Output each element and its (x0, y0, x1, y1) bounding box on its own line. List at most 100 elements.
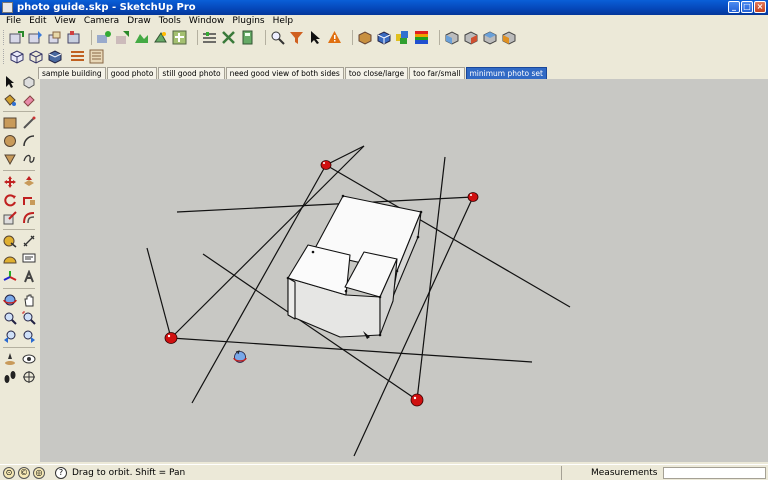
menu-plugins[interactable]: Plugins (228, 16, 268, 26)
sketchup-app-icon[interactable] (2, 2, 13, 13)
camera-marker-left (164, 332, 178, 344)
freehand-icon[interactable] (20, 150, 37, 167)
eraser-icon[interactable] (20, 91, 37, 108)
pan-icon[interactable] (20, 291, 37, 308)
toolbar-grip[interactable] (3, 49, 6, 64)
share-component-icon[interactable] (46, 29, 63, 46)
menu-file[interactable]: File (2, 16, 25, 26)
outliner-icon[interactable] (88, 48, 105, 65)
shaded-icon[interactable] (46, 48, 63, 65)
materials-icon[interactable] (356, 29, 373, 46)
toolbar-views (0, 47, 768, 66)
3d-text-icon[interactable] (20, 268, 37, 285)
paint-bucket-icon[interactable] (1, 91, 18, 108)
credits-icon[interactable]: © (18, 466, 30, 479)
status-bar: ⊙ © ◎ ? Drag to orbit. Shift = Pan Measu… (0, 464, 768, 480)
orbit-icon[interactable] (1, 291, 18, 308)
solid-tools-icon[interactable] (239, 29, 256, 46)
text-icon[interactable] (20, 250, 37, 267)
rectangle-icon[interactable] (1, 114, 18, 131)
iso-view-icon[interactable] (8, 48, 25, 65)
help-icon[interactable]: ? (55, 466, 67, 479)
geo-location-icon[interactable]: ⊙ (3, 466, 15, 479)
right-view-icon[interactable] (462, 29, 479, 46)
menu-tools[interactable]: Tools (155, 16, 185, 26)
camera-marker-right (467, 192, 479, 202)
arc-icon[interactable] (20, 132, 37, 149)
zoom-extents-icon[interactable] (20, 309, 37, 326)
select-icon[interactable] (1, 73, 18, 90)
menu-edit[interactable]: Edit (25, 16, 50, 26)
wireframe-icon[interactable] (27, 48, 44, 65)
menu-help[interactable]: Help (269, 16, 298, 26)
left-view-icon[interactable] (500, 29, 517, 46)
orbit-cursor-icon (233, 350, 247, 363)
scale-icon[interactable] (1, 209, 18, 226)
menu-view[interactable]: View (51, 16, 80, 26)
follow-me-icon[interactable] (20, 191, 37, 208)
polygon-icon[interactable] (1, 150, 18, 167)
section-plane-icon[interactable] (20, 368, 37, 385)
zoom-window-icon[interactable] (269, 29, 286, 46)
component-attributes-icon[interactable] (220, 29, 237, 46)
minimize-button[interactable]: _ (728, 1, 740, 13)
zoom-icon[interactable] (1, 309, 18, 326)
move-icon[interactable] (1, 173, 18, 190)
styles-icon[interactable] (394, 29, 411, 46)
toggle-terrain-icon[interactable] (133, 29, 150, 46)
scene-tab-need-good-view[interactable]: need good view of both sides (225, 67, 344, 79)
scene-tab-still-good-photo[interactable]: still good photo (158, 67, 225, 79)
toolbar-grip[interactable] (3, 30, 6, 45)
measurements-box: Measurements (561, 466, 768, 480)
3d-warehouse-get-models-icon[interactable] (8, 29, 25, 46)
components-icon[interactable] (375, 29, 392, 46)
scene-tab-minimum-photo-set[interactable]: minimum photo set (465, 67, 547, 79)
rotate-icon[interactable] (1, 191, 18, 208)
measurements-label: Measurements (591, 468, 658, 478)
dynamic-components-interact-icon[interactable] (171, 29, 188, 46)
tape-measure-icon[interactable] (1, 232, 18, 249)
warning-icon[interactable] (326, 29, 343, 46)
model-viewport[interactable] (40, 79, 768, 462)
dimension-icon[interactable] (20, 232, 37, 249)
3d-warehouse-share-model-icon[interactable] (27, 29, 44, 46)
offset-icon[interactable] (20, 209, 37, 226)
scene-tab-too-close[interactable]: too close/large (344, 67, 409, 79)
component-options-icon[interactable] (201, 29, 218, 46)
previous-view-icon[interactable] (1, 327, 18, 344)
position-camera-icon[interactable] (1, 350, 18, 367)
model-scene[interactable] (40, 79, 768, 462)
extension-warehouse-icon[interactable] (65, 29, 82, 46)
filter-icon[interactable] (288, 29, 305, 46)
look-around-icon[interactable] (20, 350, 37, 367)
menu-window[interactable]: Window (185, 16, 229, 26)
walk-icon[interactable] (1, 368, 18, 385)
back-view-icon[interactable] (481, 29, 498, 46)
camera-marker-bottom (410, 393, 424, 407)
line-icon[interactable] (20, 114, 37, 131)
scene-tab-sample-building[interactable]: sample building (38, 67, 106, 79)
menu-bar: File Edit View Camera Draw Tools Window … (0, 15, 768, 27)
user-account-icon[interactable]: ◎ (33, 466, 45, 479)
maximize-button[interactable]: □ (741, 1, 753, 13)
add-location-icon[interactable] (114, 29, 131, 46)
photo-textures-icon[interactable] (95, 29, 112, 46)
front-view-icon[interactable] (443, 29, 460, 46)
next-view-icon[interactable] (20, 327, 37, 344)
scene-tab-too-far[interactable]: too far/small (409, 67, 465, 79)
protractor-icon[interactable] (1, 250, 18, 267)
make-component-icon[interactable] (20, 73, 37, 90)
scene-tab-good-photo[interactable]: good photo (106, 67, 158, 79)
close-button[interactable]: × (754, 1, 766, 13)
building-model[interactable] (287, 195, 422, 338)
measurements-input[interactable] (663, 467, 766, 479)
color-swatch-icon[interactable] (413, 29, 430, 46)
menu-camera[interactable]: Camera (80, 16, 123, 26)
axes-icon[interactable] (1, 268, 18, 285)
layers-icon[interactable] (69, 48, 86, 65)
select-pointer-icon[interactable] (307, 29, 324, 46)
circle-icon[interactable] (1, 132, 18, 149)
sandbox-tools-icon[interactable] (152, 29, 169, 46)
push-pull-icon[interactable] (20, 173, 37, 190)
menu-draw[interactable]: Draw (123, 16, 155, 26)
